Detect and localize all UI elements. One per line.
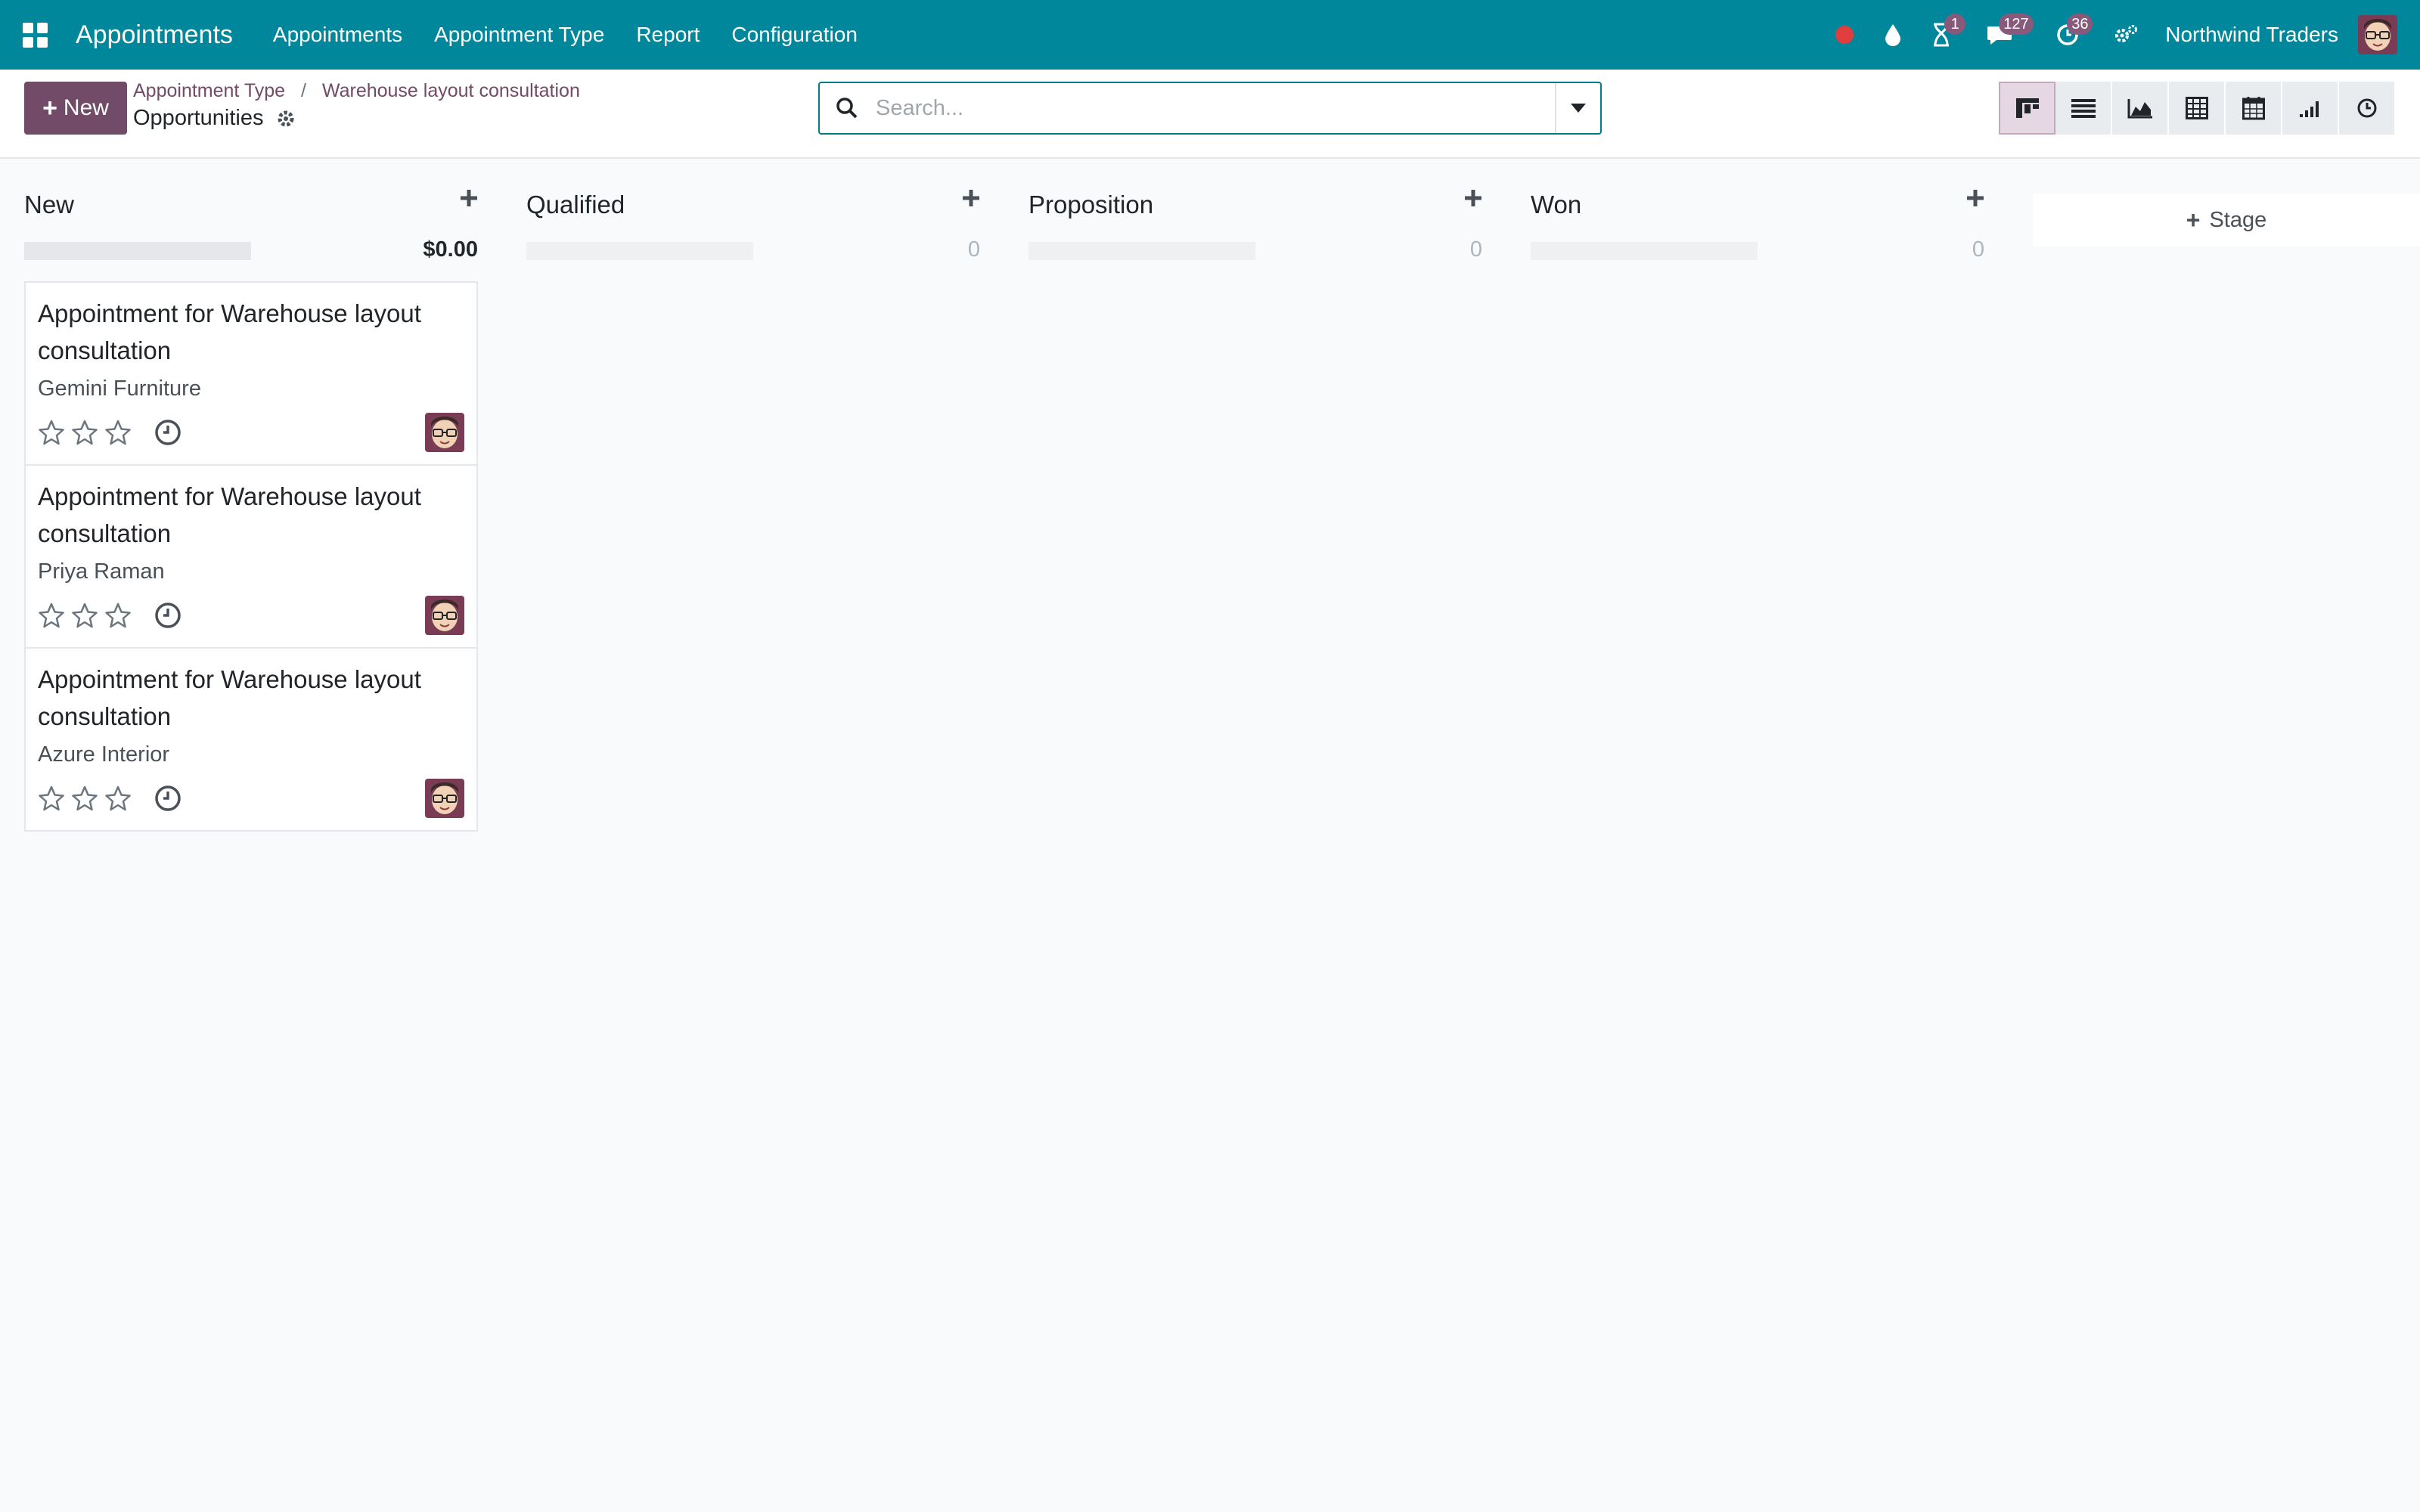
kanban-card[interactable]: Appointment for Warehouse layout consult… (24, 464, 478, 649)
clock-icon (2357, 98, 2376, 118)
star-icon[interactable] (38, 420, 65, 445)
search-options-toggle[interactable] (1555, 83, 1600, 133)
column-progress-bar[interactable] (1531, 242, 1758, 260)
activity-clock-icon[interactable] (154, 419, 182, 446)
quick-create-plus-icon[interactable] (1966, 189, 1984, 211)
app-brand[interactable]: Appointments (76, 20, 233, 50)
pivot-view-button[interactable] (2169, 82, 2226, 135)
activity-clock-icon[interactable] (154, 785, 182, 812)
timer-icon[interactable]: 36 (2034, 0, 2102, 70)
star-icon[interactable] (104, 603, 132, 628)
activity-view-button[interactable] (2339, 82, 2396, 135)
card-partner: Gemini Furniture (38, 376, 201, 401)
salesperson-avatar[interactable] (425, 779, 464, 818)
user-avatar[interactable] (2358, 15, 2397, 54)
salesperson-avatar[interactable] (425, 413, 464, 452)
breadcrumb: Appointment Type / Warehouse layout cons… (133, 80, 580, 102)
star-icon[interactable] (71, 785, 98, 811)
list-icon (2071, 99, 2096, 118)
menu-appointment-type[interactable]: Appointment Type (434, 23, 604, 47)
timer-badge: 36 (2067, 14, 2093, 35)
star-icon[interactable] (104, 420, 132, 445)
menu-appointments[interactable]: Appointments (273, 23, 402, 47)
column-progress-bar[interactable] (24, 242, 251, 260)
gear-icon[interactable] (276, 109, 296, 129)
settings-gears-icon[interactable] (2102, 0, 2150, 70)
menu-configuration[interactable]: Configuration (731, 23, 858, 47)
card-title: Appointment for Warehouse layout consult… (38, 665, 421, 730)
calendar-icon (2242, 97, 2265, 120)
activity-clock-icon[interactable] (154, 602, 182, 629)
signal-bars-icon (2299, 101, 2319, 117)
kanban-board: New $0.00 Appointment for Warehouse layo… (0, 160, 2420, 1512)
apps-menu-icon[interactable] (0, 0, 70, 70)
droplet-icon[interactable] (1869, 0, 1917, 70)
column-progress-bar[interactable] (1028, 242, 1255, 260)
star-icon[interactable] (71, 603, 98, 628)
add-stage-label: Stage (2209, 207, 2267, 232)
status-dot-icon[interactable] (1820, 0, 1869, 70)
card-partner: Priya Raman (38, 559, 165, 584)
salesperson-avatar[interactable] (425, 596, 464, 635)
kanban-card[interactable]: Appointment for Warehouse layout consult… (24, 281, 478, 466)
quick-create-plus-icon[interactable] (460, 189, 478, 211)
activity-badge: 1 (1944, 14, 1966, 35)
star-icon[interactable] (38, 785, 65, 811)
column-title[interactable]: Proposition (1028, 191, 1153, 219)
search-input[interactable] (874, 85, 1555, 131)
kanban-icon (2015, 98, 2039, 118)
column-title[interactable]: Won (1531, 191, 1581, 219)
star-icon[interactable] (71, 420, 98, 445)
card-title: Appointment for Warehouse layout consult… (38, 299, 421, 364)
new-button-label: New (63, 95, 109, 120)
company-name[interactable]: Northwind Traders (2165, 23, 2338, 47)
breadcrumb-appointment-type[interactable]: Appointment Type (133, 80, 285, 101)
control-panel: + New Appointment Type / Warehouse layou… (0, 70, 2420, 159)
kanban-view-button[interactable] (1999, 82, 2055, 135)
card-list: Appointment for Warehouse layout consult… (24, 281, 478, 832)
kanban-card[interactable]: Appointment for Warehouse layout consult… (24, 647, 478, 832)
search-bar (818, 82, 1602, 135)
messages-icon[interactable]: 127 (1965, 0, 2034, 70)
view-switcher (1999, 82, 2396, 135)
area-chart-icon (2127, 99, 2152, 119)
priority-stars (38, 602, 182, 629)
top-navbar: Appointments Appointments Appointment Ty… (0, 0, 2420, 70)
column-title[interactable]: Qualified (526, 191, 625, 219)
quick-create-plus-icon[interactable] (1464, 189, 1482, 211)
column-total: 0 (1469, 237, 1482, 262)
add-stage-button[interactable]: + Stage (2033, 194, 2420, 246)
card-title: Appointment for Warehouse layout consult… (38, 482, 421, 547)
star-icon[interactable] (104, 785, 132, 811)
list-view-button[interactable] (2055, 82, 2112, 135)
menu-report[interactable]: Report (636, 23, 700, 47)
activity-hourglass-icon[interactable]: 1 (1917, 0, 1966, 70)
column-total: 0 (967, 237, 980, 262)
calendar-view-button[interactable] (2226, 82, 2282, 135)
star-icon[interactable] (38, 603, 65, 628)
table-icon (2185, 97, 2208, 119)
new-button[interactable]: + New (24, 82, 127, 135)
search-icon[interactable] (820, 97, 874, 119)
column-title[interactable]: New (24, 191, 74, 219)
priority-stars (38, 785, 182, 812)
column-total: $0.00 (423, 237, 478, 262)
priority-stars (38, 419, 182, 446)
breadcrumb-separator: / (301, 80, 306, 101)
page-title: Opportunities (133, 106, 296, 131)
card-partner: Azure Interior (38, 742, 170, 767)
cohort-view-button[interactable] (2282, 82, 2339, 135)
plus-icon: + (42, 93, 57, 122)
column-progress-bar[interactable] (526, 242, 753, 260)
graph-view-button[interactable] (2112, 82, 2169, 135)
messages-badge: 127 (1999, 14, 2034, 35)
caret-down-icon (1571, 104, 1586, 113)
plus-icon: + (2186, 206, 2201, 234)
breadcrumb-warehouse-consultation[interactable]: Warehouse layout consultation (322, 80, 580, 101)
column-total: 0 (1972, 237, 1984, 262)
quick-create-plus-icon[interactable] (962, 189, 980, 211)
page-title-text: Opportunities (133, 106, 264, 130)
